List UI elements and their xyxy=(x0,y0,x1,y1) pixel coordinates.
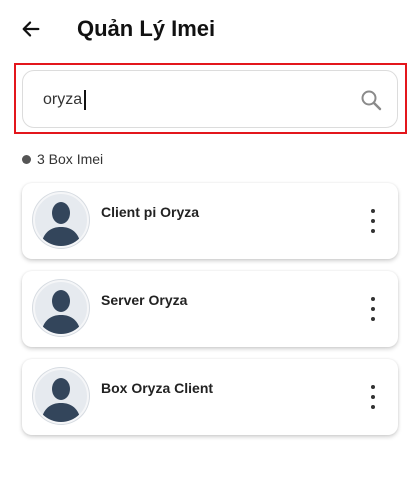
search-icon[interactable] xyxy=(359,88,383,112)
list-item[interactable]: Client pi Oryza xyxy=(22,183,398,259)
list-item-name: Client pi Oryza xyxy=(101,204,200,220)
page-title: Quản Lý Imei xyxy=(77,16,216,41)
person-silhouette-icon xyxy=(33,280,89,336)
imei-count: 3 Box Imei xyxy=(22,150,103,168)
more-vertical-icon[interactable] xyxy=(368,209,378,233)
list-item[interactable]: Box Oryza Client xyxy=(22,359,398,435)
text-cursor xyxy=(84,90,86,110)
search-box[interactable] xyxy=(22,70,398,128)
imei-count-label: 3 Box Imei xyxy=(37,151,104,167)
person-silhouette-icon xyxy=(33,368,89,424)
search-input[interactable] xyxy=(43,85,343,115)
back-button[interactable] xyxy=(16,14,46,44)
bullet-dot-icon xyxy=(22,154,31,164)
more-vertical-icon[interactable] xyxy=(368,385,378,409)
app-header: Quản Lý Imei xyxy=(0,0,420,60)
more-vertical-icon[interactable] xyxy=(368,297,378,321)
list-item[interactable]: Server Oryza xyxy=(22,271,398,347)
arrow-left-icon xyxy=(22,21,40,37)
list-item-name: Box Oryza Client xyxy=(101,380,214,396)
person-silhouette-icon xyxy=(33,192,89,248)
list-item-name: Server Oryza xyxy=(101,292,188,308)
